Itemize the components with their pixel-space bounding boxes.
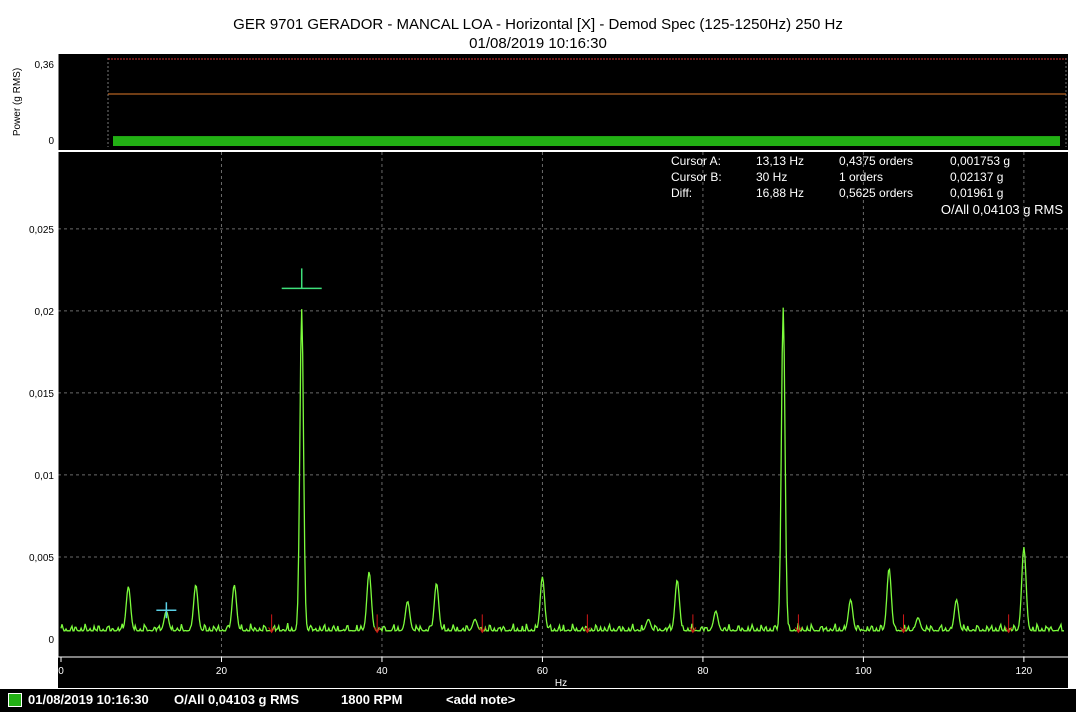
power-ylabel: Power (g RMS) <box>12 68 23 136</box>
cursor-a-freq: 13,13 Hz <box>756 154 804 168</box>
x-tick-label: 40 <box>376 666 388 677</box>
power-ytick-zero: 0 <box>48 136 54 147</box>
y-tick-label: 0,025 <box>29 225 54 236</box>
x-tick-label: 80 <box>697 666 709 677</box>
status-rpm: 1800 RPM <box>341 692 403 707</box>
cursor-b-freq: 30 Hz <box>756 170 787 184</box>
cursor-b-name: Cursor B: <box>671 170 722 184</box>
x-axis-label: Hz <box>555 678 567 688</box>
x-tick-label: 100 <box>855 666 872 677</box>
chart-subtitle: 01/08/2019 10:16:30 <box>469 35 607 52</box>
status-overall: O/All 0,04103 g RMS <box>174 692 299 707</box>
y-tick-label: 0,015 <box>29 389 54 400</box>
plot-background <box>58 152 1068 688</box>
trace-color-swatch[interactable] <box>8 693 22 707</box>
y-axis-label: g RMS <box>16 389 27 420</box>
status-bar: 01/08/2019 10:16:30 O/All 0,04103 g RMS … <box>0 689 1076 712</box>
x-tick-label: 60 <box>537 666 549 677</box>
chart-title: GER 9701 GERADOR - MANCAL LOA - Horizont… <box>233 16 843 33</box>
overall-value: O/All 0,04103 g RMS <box>941 202 1063 217</box>
diff-orders: 0,5625 orders <box>839 186 913 200</box>
x-tick-label: 20 <box>216 666 228 677</box>
power-plot-background <box>58 54 1068 150</box>
spectrum-window: GER 9701 GERADOR - MANCAL LOA - Horizont… <box>0 0 1076 712</box>
cursor-b-amp: 0,02137 g <box>950 170 1003 184</box>
y-tick-label: 0,005 <box>29 553 54 564</box>
diff-amp: 0,01961 g <box>950 186 1003 200</box>
y-tick-label: 0 <box>48 635 54 646</box>
cursor-a-amp: 0,001753 g <box>950 154 1010 168</box>
status-date: 01/08/2019 10:16:30 <box>28 692 149 707</box>
x-tick-label: 0 <box>58 666 64 677</box>
diff-name: Diff: <box>671 186 692 200</box>
y-tick-label: 0,02 <box>35 307 55 318</box>
spectrum-plot[interactable]: 0 20 40 60 80 100 12000,0050,010,0150,020,025 … <box>0 152 1076 688</box>
power-ytick-max: 0,36 <box>35 60 55 71</box>
cursor-a-orders: 0,4375 orders <box>839 154 913 168</box>
diff-freq: 16,88 Hz <box>756 186 804 200</box>
x-tick-label: 120 <box>1016 666 1033 677</box>
add-note-link[interactable]: <add note> <box>446 692 515 707</box>
cursor-b-orders: 1 orders <box>839 170 883 184</box>
y-tick-label: 0,01 <box>35 471 55 482</box>
cursor-a-name: Cursor A: <box>671 154 721 168</box>
overall-trend-bar <box>113 136 1060 146</box>
power-trend-panel[interactable]: 0,36 0 Power (g RMS) <box>0 54 1076 152</box>
